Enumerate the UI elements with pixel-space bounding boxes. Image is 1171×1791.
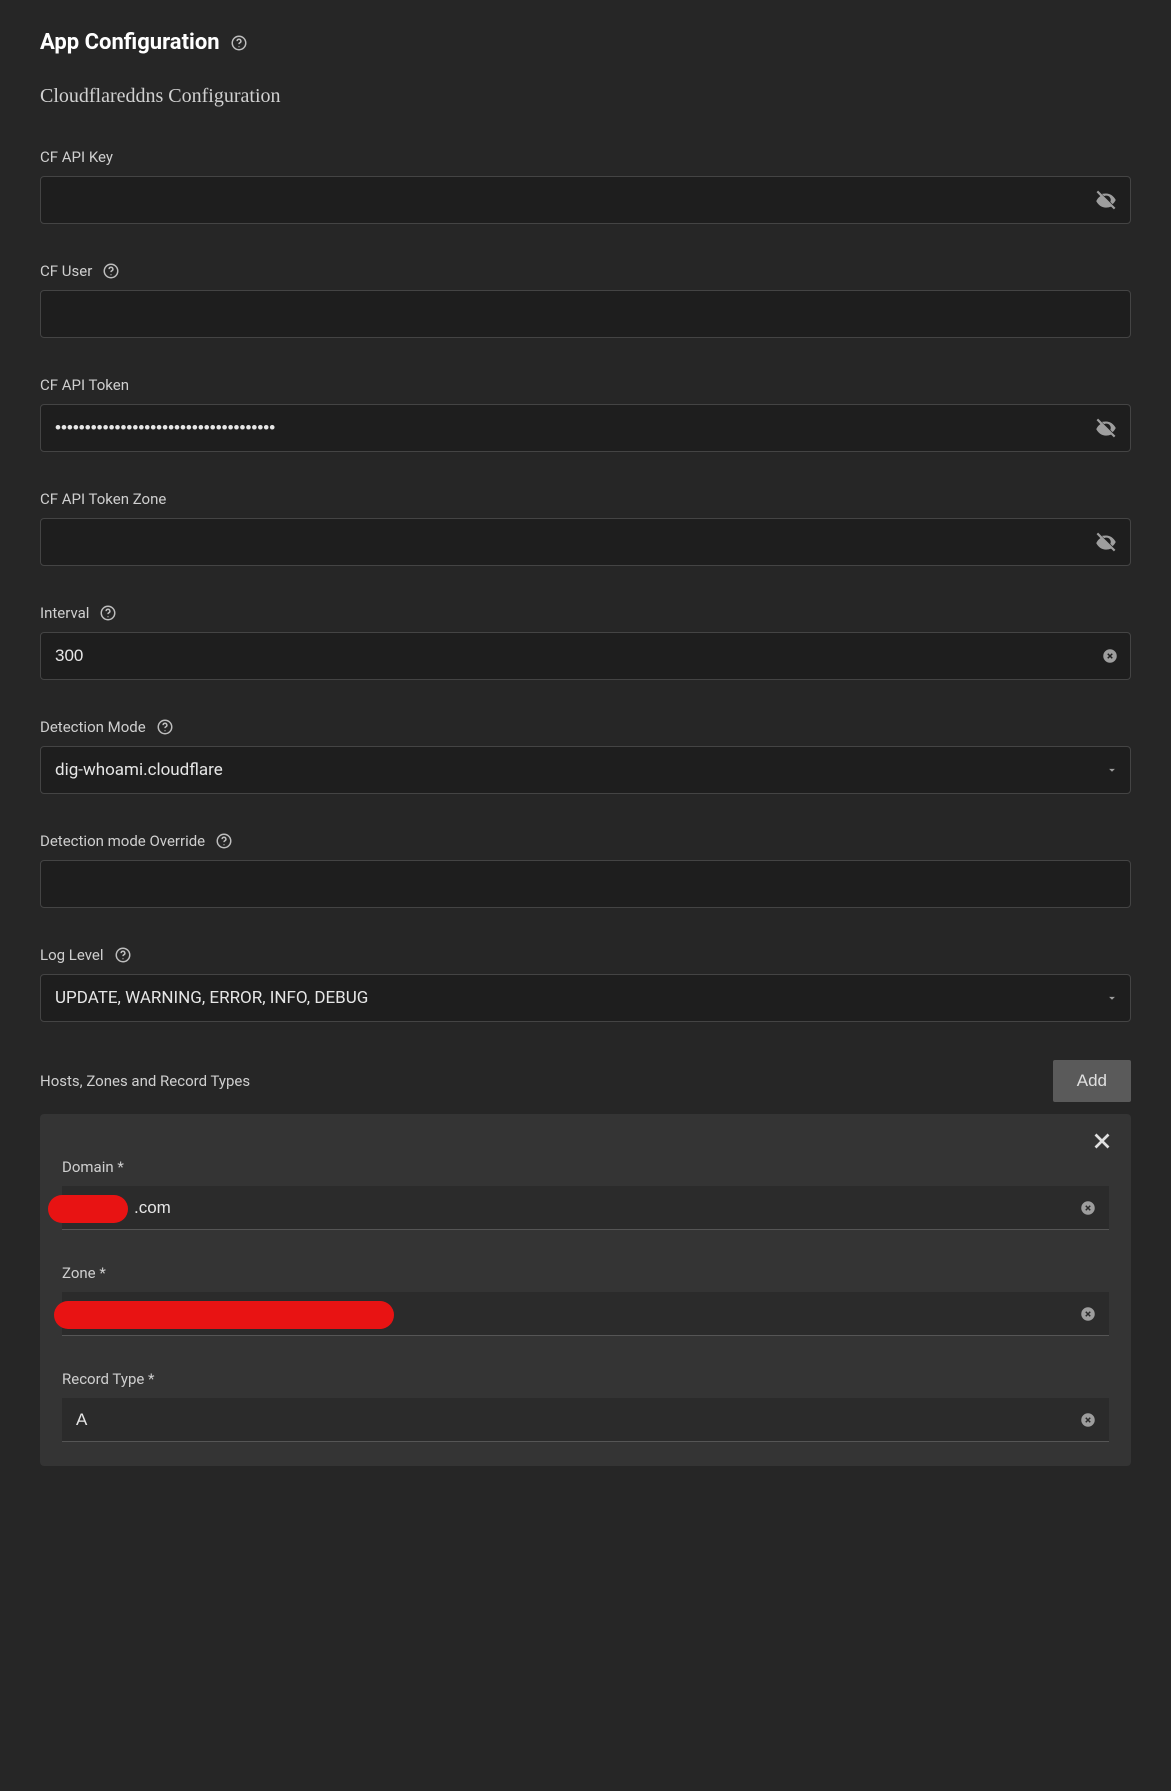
cf-api-token-zone-label: CF API Token Zone <box>40 490 166 508</box>
record-type-input[interactable] <box>62 1398 1109 1442</box>
domain-input[interactable] <box>62 1186 1109 1230</box>
clear-icon[interactable] <box>1079 1411 1097 1429</box>
help-icon[interactable] <box>156 718 174 736</box>
detection-mode-override-input[interactable] <box>40 860 1131 908</box>
interval-label: Interval <box>40 604 89 622</box>
cf-api-key-label: CF API Key <box>40 148 113 166</box>
help-icon[interactable] <box>99 604 117 622</box>
eye-off-icon[interactable] <box>1093 187 1119 213</box>
detection-mode-value: dig-whoami.cloudflare <box>55 760 223 780</box>
help-icon[interactable] <box>215 832 233 850</box>
chevron-down-icon <box>1105 763 1119 777</box>
interval-input[interactable] <box>40 632 1131 680</box>
help-icon[interactable] <box>230 34 248 52</box>
page-title: App Configuration <box>40 30 220 55</box>
detection-mode-select[interactable]: dig-whoami.cloudflare <box>40 746 1131 794</box>
section-title: Cloudflareddns Configuration <box>40 85 1131 108</box>
cf-user-input[interactable] <box>40 290 1131 338</box>
zone-input[interactable] <box>62 1292 1109 1336</box>
log-level-label: Log Level <box>40 946 104 964</box>
clear-icon[interactable] <box>1079 1305 1097 1323</box>
detection-mode-override-label: Detection mode Override <box>40 832 205 850</box>
cf-api-token-input[interactable] <box>40 404 1131 452</box>
chevron-down-icon <box>1105 991 1119 1005</box>
cf-api-token-zone-input[interactable] <box>40 518 1131 566</box>
record-card: Domain * Zone * Record Type * <box>40 1114 1131 1466</box>
cf-api-token-label: CF API Token <box>40 376 129 394</box>
cf-user-label: CF User <box>40 262 92 280</box>
cf-api-key-input[interactable] <box>40 176 1131 224</box>
help-icon[interactable] <box>114 946 132 964</box>
log-level-value: UPDATE, WARNING, ERROR, INFO, DEBUG <box>55 988 368 1008</box>
log-level-select[interactable]: UPDATE, WARNING, ERROR, INFO, DEBUG <box>40 974 1131 1022</box>
add-button[interactable]: Add <box>1053 1060 1131 1102</box>
help-icon[interactable] <box>102 262 120 280</box>
zone-label: Zone * <box>62 1264 106 1282</box>
close-icon[interactable] <box>1089 1128 1115 1158</box>
clear-icon[interactable] <box>1101 647 1119 665</box>
record-type-label: Record Type * <box>62 1370 155 1388</box>
hosts-zones-label: Hosts, Zones and Record Types <box>40 1072 250 1090</box>
domain-label: Domain * <box>62 1158 124 1176</box>
clear-icon[interactable] <box>1079 1199 1097 1217</box>
eye-off-icon[interactable] <box>1093 529 1119 555</box>
eye-off-icon[interactable] <box>1093 415 1119 441</box>
detection-mode-label: Detection Mode <box>40 718 146 736</box>
